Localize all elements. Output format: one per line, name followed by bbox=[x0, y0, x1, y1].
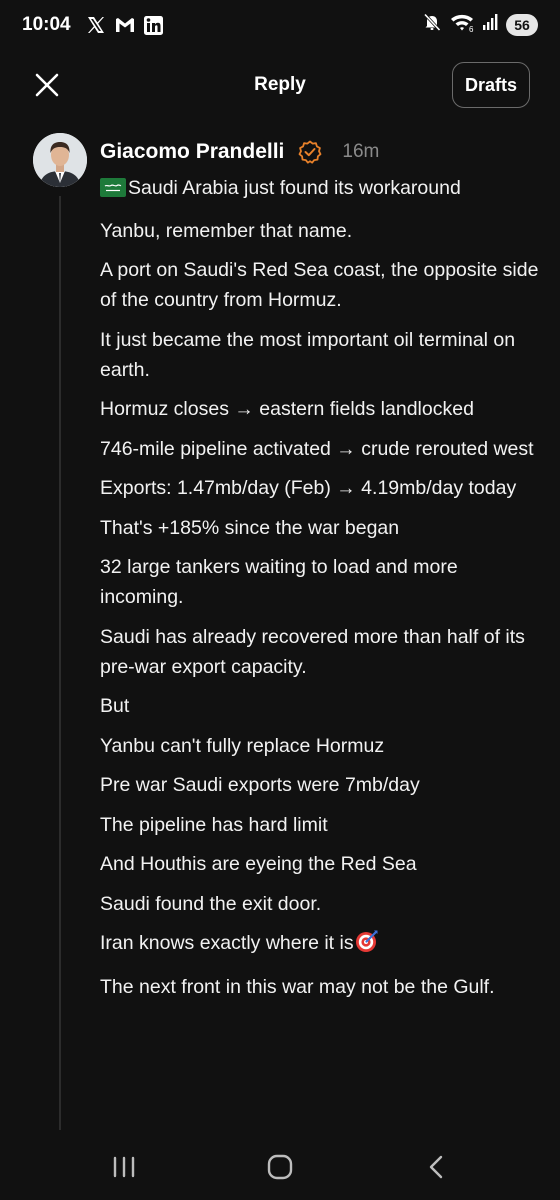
back-button[interactable] bbox=[416, 1154, 456, 1184]
notification-icons bbox=[86, 15, 163, 40]
target-icon bbox=[355, 929, 379, 962]
post-header: Giacomo Prandelli 16m bbox=[100, 136, 540, 168]
post-paragraph: It just became the most important oil te… bbox=[100, 328, 516, 381]
post-paragraph: The pipeline has hard limit bbox=[100, 813, 328, 836]
close-button[interactable] bbox=[28, 68, 66, 106]
post-paragraph: Yanbu can't fully replace Hormuz bbox=[100, 734, 385, 757]
post-paragraph: And Houthis are eyeing the Red Sea bbox=[100, 853, 417, 875]
post-paragraph: But bbox=[100, 695, 130, 717]
recent-apps-icon bbox=[112, 1156, 136, 1183]
post-paragraph-text: Saudi Arabia just found its workaround bbox=[128, 177, 461, 199]
post-paragraph: Saudi Arabia just found its workaround bbox=[100, 173, 540, 206]
system-status-icons: 6 56 bbox=[422, 12, 538, 37]
status-time: 10:04 bbox=[22, 14, 71, 35]
post-paragraph: A port on Saudi's Red Sea coast, the opp… bbox=[100, 259, 539, 311]
verified-badge-icon bbox=[298, 140, 322, 164]
post-paragraph: Pre war Saudi exports were 7mb/day bbox=[100, 774, 420, 796]
system-nav-bar bbox=[0, 1132, 560, 1200]
post-paragraph: Iran knows exactly where it is bbox=[100, 928, 540, 962]
svg-text:6: 6 bbox=[469, 25, 474, 32]
home-button[interactable] bbox=[260, 1154, 300, 1184]
thread-line bbox=[59, 196, 61, 1130]
post-paragraph: The next front in this war may not be th… bbox=[100, 975, 495, 998]
mute-icon bbox=[422, 12, 442, 37]
drafts-button[interactable]: Drafts bbox=[452, 62, 530, 108]
back-icon bbox=[427, 1155, 445, 1184]
post-paragraph-text: Iran knows exactly where it is bbox=[100, 932, 354, 954]
recent-apps-button[interactable] bbox=[104, 1154, 144, 1184]
quoted-post: Giacomo Prandelli 16m Saudi Arabia just … bbox=[100, 136, 540, 1011]
linkedin-icon bbox=[144, 15, 163, 40]
signal-icon bbox=[482, 13, 498, 36]
post-timestamp: 16m bbox=[342, 141, 380, 162]
post-body: Saudi Arabia just found its workaround Y… bbox=[100, 173, 540, 1002]
gmail-icon bbox=[114, 16, 136, 39]
post-paragraph: Exports: 1.47mb/day (Feb) → 4.19mb/day t… bbox=[100, 477, 517, 499]
post-paragraph: Hormuz closes → eastern fields landlocke… bbox=[100, 398, 474, 420]
post-paragraph: That's +185% since the war began bbox=[100, 516, 400, 539]
home-icon bbox=[267, 1154, 293, 1185]
avatar[interactable] bbox=[33, 133, 87, 187]
post-paragraph: 32 large tankers waiting to load and mor… bbox=[100, 556, 458, 608]
status-bar: 10:04 6 56 bbox=[0, 0, 560, 52]
author-name[interactable]: Giacomo Prandelli bbox=[100, 140, 284, 164]
reply-header: Reply Drafts bbox=[0, 56, 560, 116]
post-paragraph: Saudi has already recovered more than ha… bbox=[100, 625, 525, 678]
post-paragraph: Yanbu, remember that name. bbox=[100, 219, 353, 242]
post-paragraph: 746-mile pipeline activated → crude rero… bbox=[100, 437, 534, 460]
post-paragraph: Saudi found the exit door. bbox=[100, 892, 322, 915]
wifi-icon: 6 bbox=[450, 12, 474, 37]
x-logo-icon bbox=[86, 15, 106, 40]
saudi-flag-icon bbox=[100, 176, 126, 206]
close-icon bbox=[35, 73, 59, 102]
battery-indicator: 56 bbox=[506, 13, 538, 36]
